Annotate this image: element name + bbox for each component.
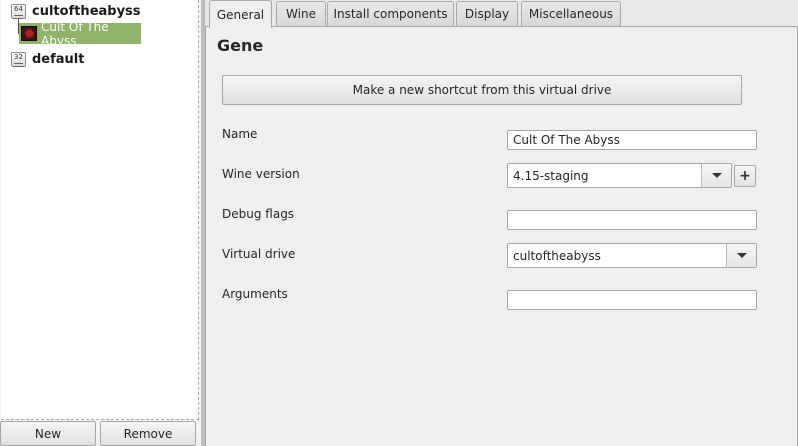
debug-flags-label: Debug flags [222, 207, 295, 221]
wine-version-value: 4.15-staging [513, 168, 589, 183]
tab-miscellaneous[interactable]: Miscellaneous [521, 1, 621, 26]
virtual-drive-label: Virtual drive [222, 247, 296, 261]
drive-64-icon: 64 [11, 3, 26, 19]
name-input[interactable]: Cult Of The Abyss [507, 130, 757, 150]
general-tab-page: Gene Make a new shortcut from this virtu… [205, 26, 798, 446]
chevron-down-icon[interactable] [726, 244, 756, 267]
make-shortcut-button[interactable]: Make a new shortcut from this virtual dr… [222, 75, 742, 105]
right-panel: General Wine Install components Display … [205, 0, 798, 446]
tab-display[interactable]: Display [456, 1, 518, 26]
tab-install-components[interactable]: Install components [327, 1, 454, 26]
chevron-down-icon[interactable] [701, 164, 731, 187]
debug-flags-input[interactable] [507, 210, 757, 230]
prefix-label: cultoftheabyss [32, 3, 141, 19]
wine-version-select[interactable]: 4.15-staging [507, 163, 732, 188]
tab-general[interactable]: General [209, 0, 272, 28]
left-panel: 64 cultoftheabyss Cult Of The Abyss 32 d… [0, 0, 201, 446]
new-button[interactable]: New [0, 421, 96, 446]
tab-bar: General Wine Install components Display … [205, 0, 798, 28]
shortcut-label: Cult Of The Abyss [41, 19, 109, 48]
drive-32-icon: 32 [11, 51, 26, 67]
virtual-drive-value: cultoftheabyss [513, 248, 601, 263]
game-skull-icon [21, 26, 38, 41]
tree-item-prefix-64[interactable]: 64 cultoftheabyss [1, 1, 141, 21]
add-wine-version-button[interactable]: + [734, 165, 756, 187]
tab-wine[interactable]: Wine [276, 1, 326, 26]
tree-item-shortcut[interactable]: Cult Of The Abyss [19, 20, 141, 48]
prefix-tree[interactable]: 64 cultoftheabyss Cult Of The Abyss 32 d… [1, 0, 199, 420]
app-window: 64 cultoftheabyss Cult Of The Abyss 32 d… [0, 0, 798, 446]
wine-version-label: Wine version [222, 167, 300, 181]
name-label: Name [222, 127, 258, 141]
arguments-input[interactable] [507, 290, 757, 310]
prefix-label: default [32, 51, 85, 67]
virtual-drive-select[interactable]: cultoftheabyss [507, 243, 757, 268]
tree-item-prefix-32[interactable]: 32 default [1, 49, 84, 69]
page-heading: Gene [217, 36, 264, 55]
arguments-label: Arguments [222, 287, 288, 301]
remove-button[interactable]: Remove [100, 421, 196, 446]
